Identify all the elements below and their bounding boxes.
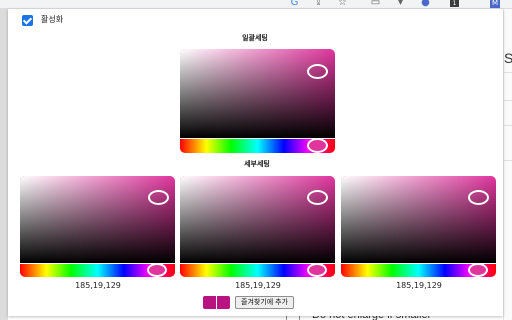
saturation-value-handle[interactable] [148, 190, 169, 205]
extension-icon[interactable]: ▭ [370, 0, 381, 8]
profile-icon[interactable]: ● [420, 0, 431, 8]
current-color-swatch[interactable] [203, 296, 216, 309]
extension-active-icon[interactable]: M [490, 0, 500, 8]
google-icon[interactable]: G [289, 0, 300, 8]
global-section-title: 일괄세팅 [242, 34, 268, 42]
background-divider [504, 125, 512, 126]
enable-label: 활성화 [41, 15, 64, 24]
rgb-value-label: 185,19,129 [75, 281, 121, 290]
add-to-favorites-button[interactable]: 즐겨찾기에 추가 [235, 296, 295, 309]
saturation-value-handle[interactable] [307, 64, 328, 79]
background-page-left [0, 9, 8, 320]
browser-toolbar: G ⇪ ☆ ▭ ▾ ● 1 M [0, 0, 512, 9]
hue-slider-handle[interactable] [307, 138, 328, 153]
saturation-value-area[interactable] [20, 176, 175, 263]
notification-badge[interactable]: 1 [450, 0, 459, 7]
saturation-value-handle[interactable] [307, 190, 328, 205]
saturation-value-area[interactable] [341, 176, 496, 263]
background-heading-letter: S [504, 50, 512, 66]
download-icon[interactable]: ▾ [395, 0, 406, 8]
enable-checkbox[interactable] [22, 15, 33, 26]
saturation-value-area[interactable] [180, 176, 335, 263]
hue-slider-handle[interactable] [307, 263, 327, 277]
color-settings-popup: 활성화 일괄세팅 세부세팅 185,19,129 185,19,129 185,… [8, 9, 503, 316]
saturation-value-area[interactable] [180, 49, 335, 138]
detail-section-title: 세부세팅 [244, 160, 270, 168]
share-icon[interactable]: ⇪ [313, 0, 324, 8]
current-color-swatch[interactable] [217, 296, 230, 309]
rgb-value-label: 185,19,129 [235, 281, 281, 290]
hue-slider-handle[interactable] [468, 263, 488, 277]
background-divider [504, 160, 512, 161]
background-divider [504, 100, 512, 101]
saturation-value-handle[interactable] [468, 190, 489, 205]
hue-slider-handle[interactable] [147, 263, 167, 277]
star-icon[interactable]: ☆ [337, 0, 348, 8]
background-divider [504, 72, 512, 73]
rgb-value-label: 185,19,129 [396, 281, 442, 290]
